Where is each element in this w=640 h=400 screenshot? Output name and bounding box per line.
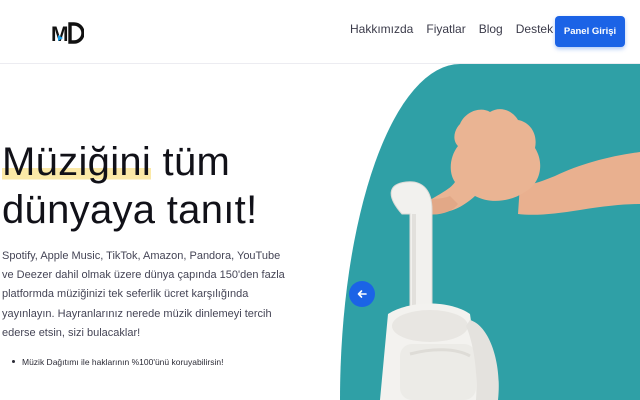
panel-login-button[interactable]: Panel Girişi	[555, 16, 625, 47]
hero-title-rest: tüm	[151, 140, 231, 184]
feature-item: Müzik Dağıtımı ile haklarının %100'ünü k…	[12, 357, 312, 367]
headphones-hand-photo	[340, 64, 640, 400]
hero-title: Müziğini tüm dünyaya tanıt!	[2, 138, 322, 234]
hero-description: Spotify, Apple Music, TikTok, Amazon, Pa…	[2, 250, 285, 339]
photo-illustration	[380, 109, 640, 400]
nav-destek[interactable]: Destek	[516, 22, 553, 36]
nav-fiyatlar[interactable]: Fiyatlar	[426, 22, 465, 36]
nav-blog[interactable]: Blog	[479, 22, 503, 36]
md-logo[interactable]: M	[50, 20, 84, 46]
feature-list: Müzik Dağıtımı ile haklarının %100'ünü k…	[12, 357, 312, 367]
site-header: M Hakkımızda Fiyatlar Blog Destek Panel …	[0, 0, 640, 64]
svg-text:M: M	[51, 23, 69, 46]
slider-prev-button[interactable]	[349, 281, 375, 307]
arrow-left-icon	[357, 290, 367, 298]
hero-title-highlight: Müziğini	[2, 140, 152, 184]
page: M Hakkımızda Fiyatlar Blog Destek Panel …	[0, 0, 640, 400]
main-nav: Hakkımızda Fiyatlar Blog Destek	[350, 22, 566, 36]
hero-title-line2: dünyaya tanıt!	[2, 188, 258, 232]
nav-hakkimizda[interactable]: Hakkımızda	[350, 22, 413, 36]
